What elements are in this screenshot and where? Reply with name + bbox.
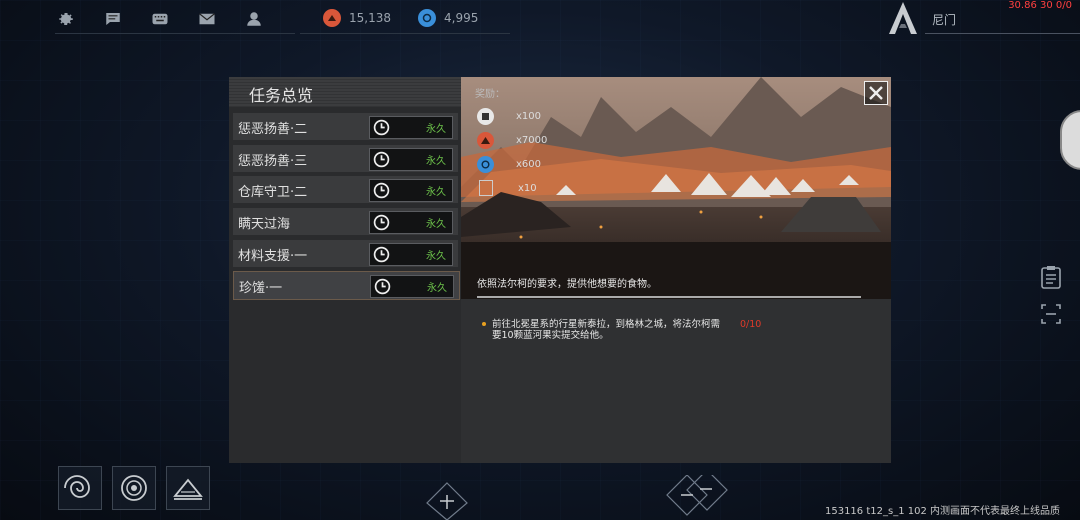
- task-name: 珍馐·一: [239, 281, 283, 296]
- crate-icon: [479, 180, 493, 196]
- clock-icon: [373, 182, 390, 199]
- reward-amount: x600: [516, 159, 542, 170]
- task-list-header: 任务总览: [229, 77, 461, 107]
- credits-value: 15,138: [349, 11, 391, 25]
- task-duration: 永久: [426, 251, 446, 262]
- player-nickname[interactable]: 尼门: [932, 11, 956, 28]
- task-timer: 永久: [369, 211, 453, 234]
- reward-amount: x10: [518, 182, 537, 194]
- task-duration: 永久: [426, 219, 446, 230]
- objective-area: 前往北冕星系的行星新泰拉，到格林之城，将法尔柯需要10颗蓝河果实提交给他。 0/…: [461, 299, 891, 463]
- task-description: 依照法尔柯的要求，提供他想要的食物。: [477, 279, 657, 290]
- task-name: 瞒天过海: [238, 217, 291, 232]
- build-info: 153116 t12_s_1 102 内测画面不代表最终上线品质: [824, 506, 1060, 517]
- map-markers: [426, 475, 728, 520]
- task-duration: 永久: [426, 124, 446, 135]
- orbit-icon: [121, 475, 147, 501]
- objective-progress: 0/10: [740, 319, 762, 330]
- task-list-panel: 任务总览 惩恶扬善·二 永久 惩恶扬善·三 永久 仓库守卫·二 永久 瞒天过海 …: [229, 77, 461, 463]
- task-item[interactable]: 惩恶扬善·二 永久: [233, 113, 458, 140]
- crystal-icon: [477, 156, 494, 173]
- settings-icon[interactable]: [55, 8, 77, 30]
- reward-item: x600: [477, 156, 541, 173]
- task-duration: 永久: [427, 283, 447, 294]
- task-duration: 永久: [426, 187, 446, 198]
- objective-bullet-icon: [482, 322, 486, 326]
- reward-item: x7000: [477, 132, 547, 149]
- user-icon[interactable]: [243, 8, 265, 30]
- task-timer: 永久: [369, 116, 453, 139]
- credits-resource: 15,138: [323, 9, 391, 27]
- resource-divider: [300, 33, 510, 34]
- description-divider: [477, 296, 861, 298]
- debug-stats: 30.86 30 0/0: [1008, 0, 1072, 11]
- credits-icon: [477, 132, 494, 149]
- reward-amount: x100: [516, 111, 542, 122]
- crystal-resource: 4,995: [418, 9, 478, 27]
- task-name: 惩恶扬善·二: [238, 122, 308, 137]
- credits-icon: [323, 9, 341, 27]
- panel-title: 任务总览: [249, 86, 314, 105]
- clock-icon: [373, 246, 390, 263]
- clock-icon: [373, 151, 390, 168]
- task-timer: 永久: [369, 243, 453, 266]
- task-name: 仓库守卫·二: [238, 185, 308, 200]
- clock-icon: [373, 214, 390, 231]
- scan-icon[interactable]: [1040, 302, 1062, 326]
- reward-item: x10: [477, 180, 537, 196]
- close-icon: [869, 86, 883, 100]
- task-timer: 永久: [369, 148, 453, 171]
- faction-logo-icon[interactable]: [885, 0, 921, 34]
- task-timer: 永久: [369, 179, 453, 202]
- close-button[interactable]: [864, 81, 888, 105]
- task-item-selected[interactable]: 珍馐·一 永久: [233, 271, 460, 300]
- crystal-value: 4,995: [444, 11, 479, 25]
- task-name: 材料支援·一: [238, 249, 308, 264]
- chip-icon: [477, 108, 494, 125]
- planet-surface-button[interactable]: [166, 466, 210, 510]
- star-system-button[interactable]: [112, 466, 156, 510]
- crystal-icon: [418, 9, 436, 27]
- reward-label: 奖励：: [475, 89, 505, 100]
- mountain-icon: [173, 478, 203, 500]
- task-detail-panel: 奖励： x100 x7000 x600 x10 依照法尔柯的要求，提供他想要的食…: [461, 77, 891, 463]
- galaxy-icon: [64, 475, 90, 498]
- task-item[interactable]: 惩恶扬善·三 永久: [233, 145, 458, 172]
- task-duration: 永久: [426, 156, 446, 167]
- galaxy-button[interactable]: [58, 466, 102, 510]
- clock-icon: [373, 119, 390, 136]
- keyboard-icon[interactable]: [149, 8, 171, 30]
- clipboard-icon[interactable]: [1040, 265, 1062, 289]
- chat-icon[interactable]: [102, 8, 124, 30]
- task-item[interactable]: 仓库守卫·二 永久: [233, 176, 458, 203]
- task-timer: 永久: [370, 275, 454, 298]
- clock-icon: [374, 278, 391, 295]
- task-item[interactable]: 材料支援·一 永久: [233, 240, 458, 267]
- task-name: 惩恶扬善·三: [238, 154, 308, 169]
- reward-item: x100: [477, 108, 541, 125]
- top-toolbar: [55, 4, 290, 34]
- task-item[interactable]: 瞒天过海 永久: [233, 208, 458, 235]
- reward-amount: x7000: [516, 135, 548, 146]
- mail-icon[interactable]: [196, 8, 218, 30]
- objective-text: 前往北冕星系的行星新泰拉，到格林之城，将法尔柯需要10颗蓝河果实提交给他。: [492, 319, 721, 341]
- toolbar-divider: [55, 33, 295, 34]
- nickname-underline: [925, 33, 1080, 34]
